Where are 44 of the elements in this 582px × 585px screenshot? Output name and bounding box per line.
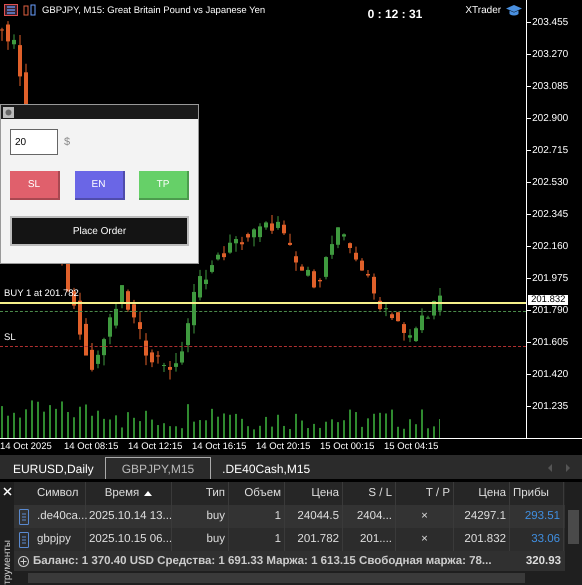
price-tick: 203.270	[527, 50, 568, 60]
chart-tab[interactable]: .DE40Cash,M15	[213, 457, 320, 479]
total-profit: 320.93	[526, 555, 561, 567]
time-tick: 14 Oct 12:15	[128, 441, 182, 452]
menu-icon[interactable]	[4, 4, 18, 16]
graduation-cap-icon	[506, 4, 522, 16]
time-tick: 14 Oct 16:15	[192, 441, 246, 452]
app-icon	[3, 106, 14, 118]
price-tick: 203.085	[527, 82, 568, 92]
price-tick: 201.975	[527, 274, 568, 284]
current-price-label: 201.832	[528, 295, 568, 305]
price-tick: 202.160	[527, 242, 568, 252]
time-tick: 15 Oct 04:15	[384, 441, 438, 452]
price-tick: 203.455	[527, 18, 568, 28]
price-tick: 202.530	[527, 178, 568, 188]
price-tick: 201.605	[527, 338, 568, 348]
price-tick: 201.420	[527, 370, 568, 380]
price-tick: 202.345	[527, 210, 568, 220]
currency-label: $	[64, 136, 70, 148]
place-order-button[interactable]: Place Order	[10, 216, 189, 246]
price-tick: 201.235	[527, 402, 568, 412]
chart-title: GBPJPY, M15: Great Britain Pound vs Japanese Yen	[42, 4, 266, 16]
document-icon	[19, 508, 29, 524]
line-label: SL	[4, 332, 16, 343]
toolbox-label: трументы	[2, 540, 12, 585]
sort-icon	[144, 491, 152, 496]
chart-icon[interactable]	[23, 4, 37, 16]
chart-tab[interactable]: EURUSD,Daily	[4, 457, 103, 479]
account-summary: Баланс: 1 370.40 USD Средства: 1 691.33 Маржа: 1 613.15 Свободная маржа: 78...	[33, 555, 492, 567]
chart-tab[interactable]: GBPJPY,M15	[104, 457, 212, 479]
price-tick: 202.900	[527, 114, 568, 124]
entry-button[interactable]: EN	[74, 171, 124, 200]
time-tick: 14 Oct 20:15	[256, 441, 310, 452]
vertical-scrollbar[interactable]	[565, 482, 582, 585]
price-tick: 201.790	[527, 306, 568, 316]
brand-label: XTrader	[465, 4, 502, 16]
countdown-timer: 0 : 12 : 31	[368, 6, 422, 21]
add-icon[interactable]	[18, 556, 29, 566]
price-tick: 202.715	[527, 146, 568, 156]
amount-field[interactable]: 20	[10, 129, 58, 155]
time-tick: 15 Oct 00:15	[320, 441, 374, 452]
time-tick: 14 Oct 2025	[0, 441, 52, 452]
document-icon	[19, 532, 29, 548]
time-tick: 14 Oct 08:15	[64, 441, 118, 452]
